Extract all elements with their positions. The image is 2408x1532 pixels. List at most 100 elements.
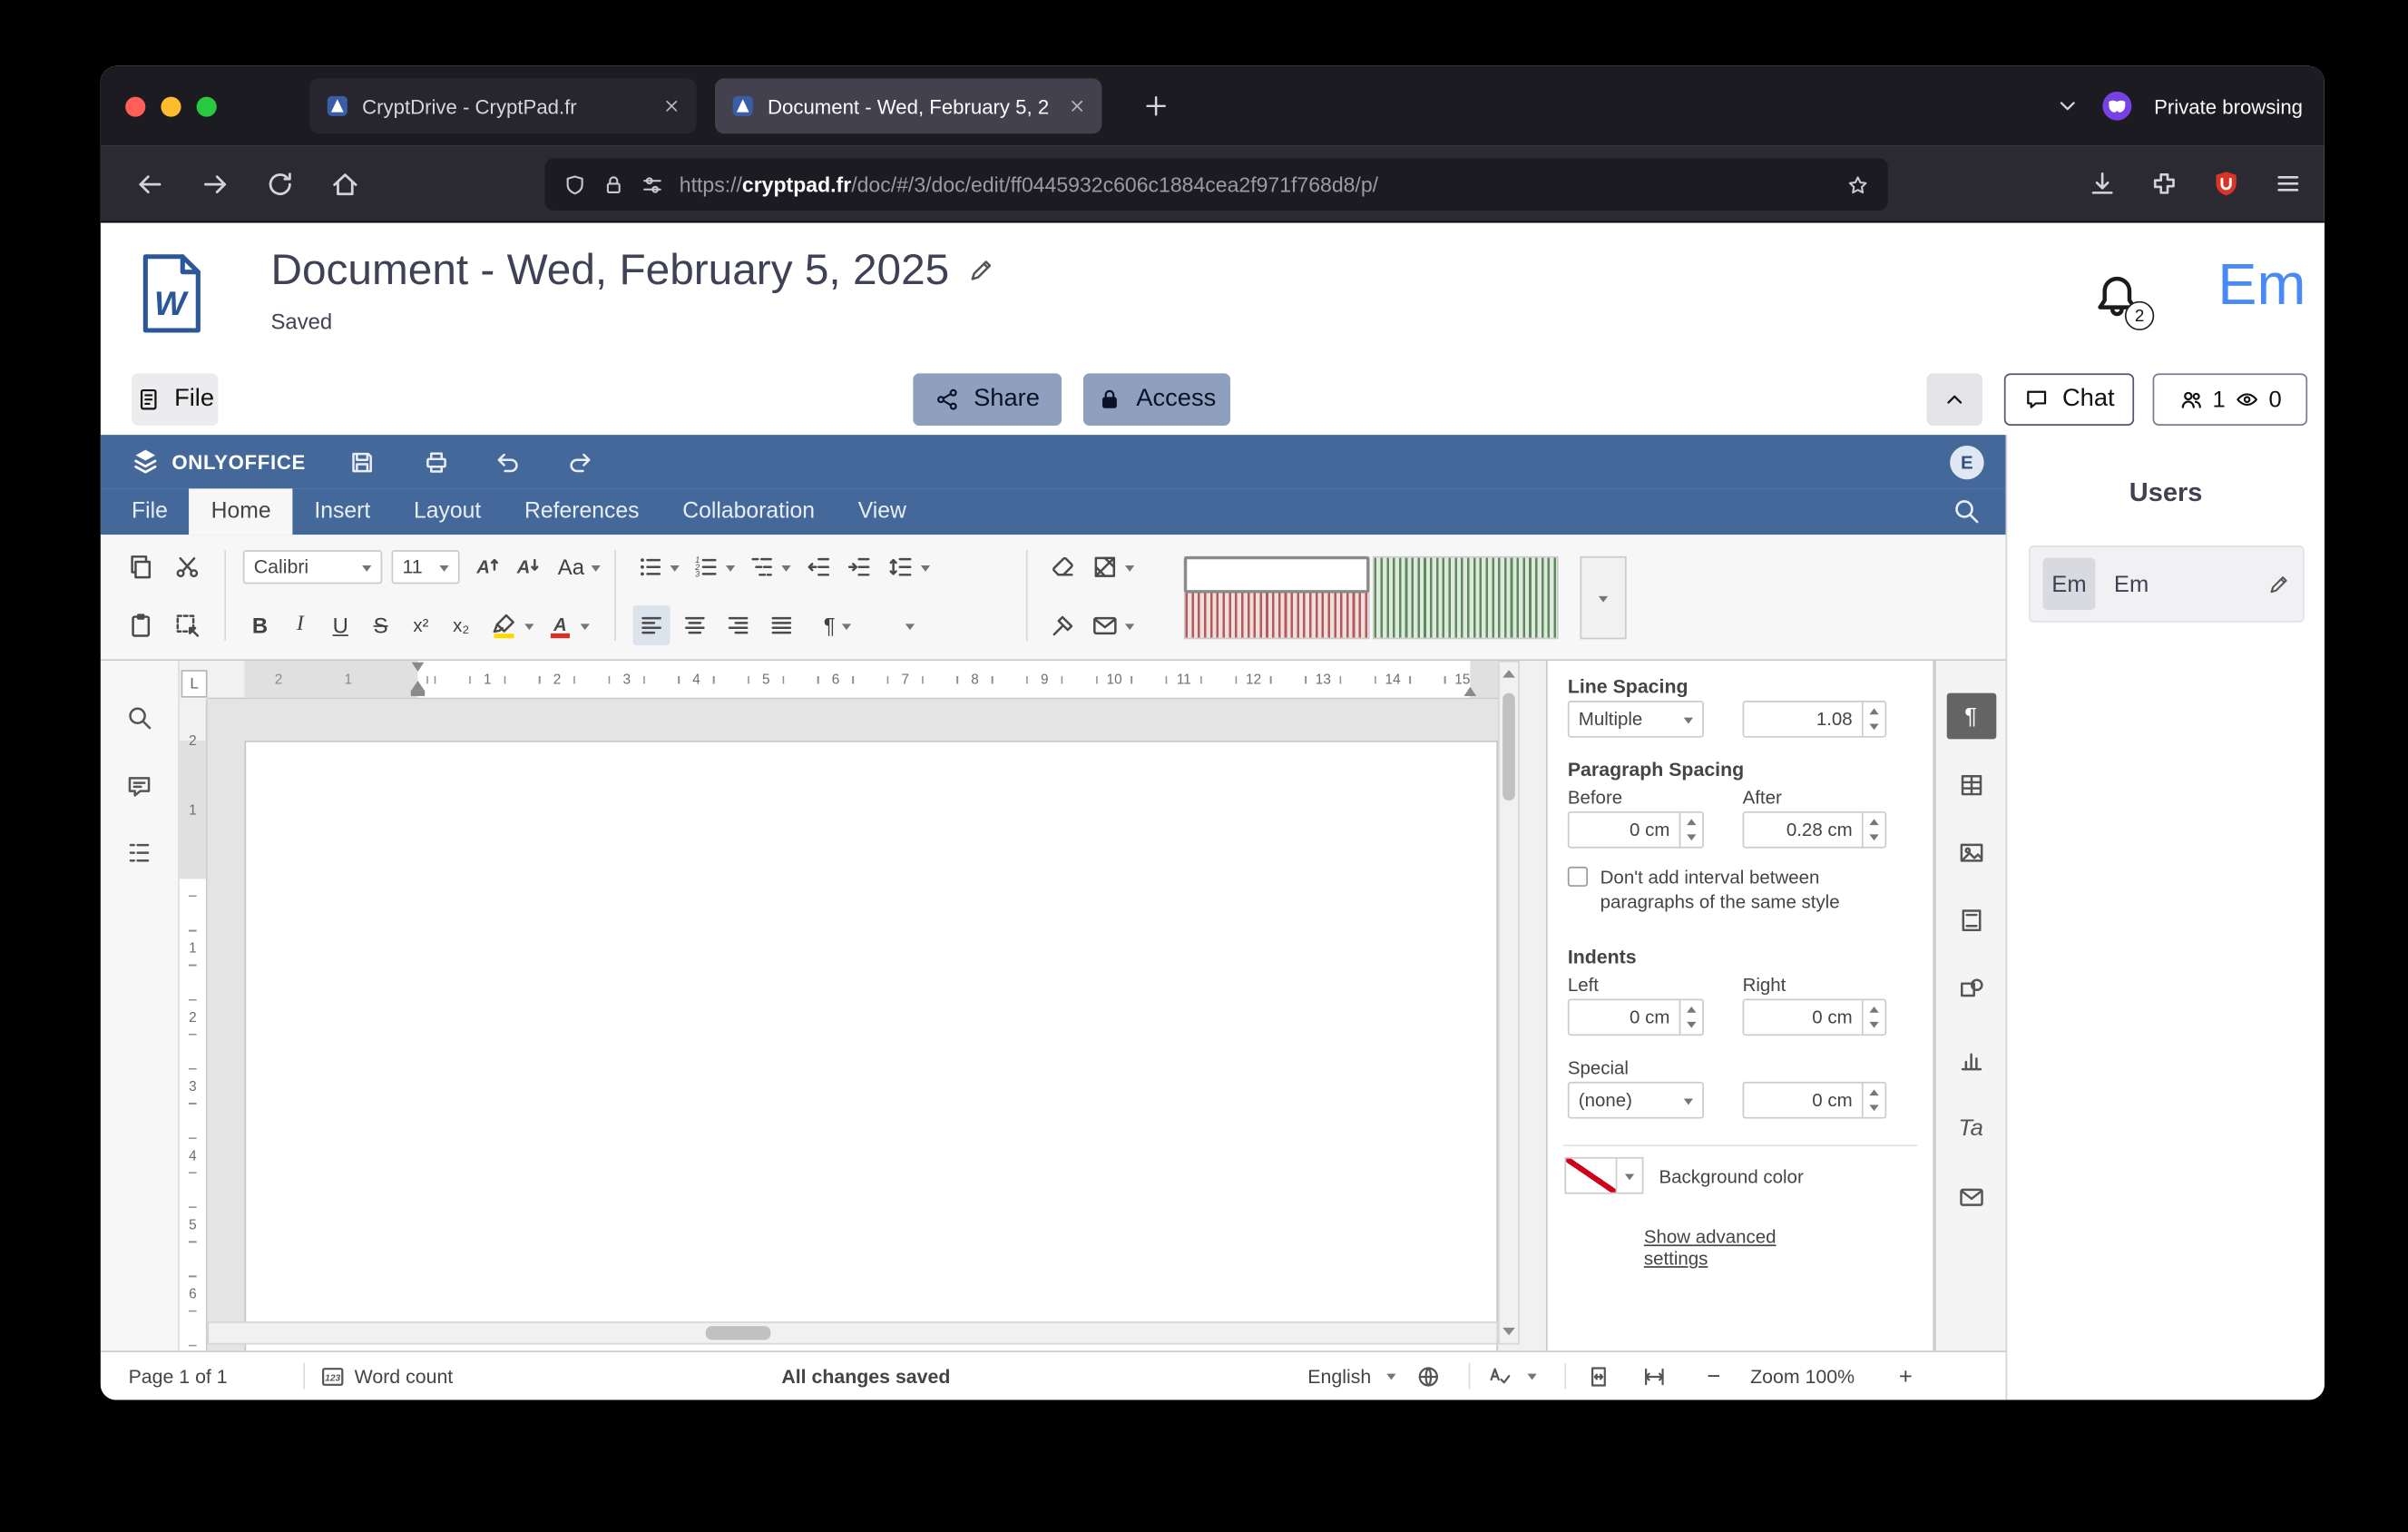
- font-name-combo[interactable]: Calibri: [243, 550, 383, 584]
- increase-font-button[interactable]: A: [469, 547, 506, 587]
- search-icon[interactable]: [1952, 496, 1981, 525]
- first-line-indent-marker[interactable]: [412, 663, 425, 672]
- file-button[interactable]: File: [132, 373, 219, 426]
- style-thumbnail-1[interactable]: [1184, 556, 1370, 594]
- line-spacing-button[interactable]: [884, 547, 934, 587]
- tab-stop-selector[interactable]: L: [181, 670, 208, 697]
- paragraph-settings-tab[interactable]: ¶: [1946, 693, 1996, 740]
- spin-up-arrow[interactable]: [1864, 813, 1885, 830]
- align-right-button[interactable]: [719, 605, 757, 645]
- spin-down-arrow[interactable]: [1864, 719, 1885, 736]
- language-selector[interactable]: English: [1307, 1365, 1395, 1387]
- scroll-down-arrow[interactable]: [1503, 1328, 1515, 1335]
- zoom-out-button[interactable]: −: [1707, 1363, 1720, 1390]
- shape-settings-tab[interactable]: [1946, 965, 1996, 1011]
- new-tab-button[interactable]: [1142, 93, 1170, 120]
- no-interval-checkbox[interactable]: [1568, 867, 1588, 887]
- edit-title-icon[interactable]: [968, 257, 996, 284]
- spin-up-arrow[interactable]: [1864, 702, 1885, 720]
- font-size-combo[interactable]: 11: [392, 550, 460, 584]
- clear-style-button[interactable]: [1044, 547, 1082, 587]
- notifications-button[interactable]: 2: [2092, 272, 2142, 321]
- font-color-button[interactable]: A: [543, 605, 593, 645]
- text-art-settings-tab[interactable]: Ta: [1946, 1105, 1996, 1151]
- select-all-button[interactable]: [169, 605, 206, 645]
- chart-settings-tab[interactable]: [1946, 1037, 1996, 1084]
- hanging-indent-marker[interactable]: [412, 681, 425, 690]
- mail-merge-button[interactable]: [1088, 605, 1138, 645]
- document-title[interactable]: Document - Wed, February 5, 2025: [270, 246, 995, 295]
- table-settings-tab[interactable]: [1946, 762, 1996, 809]
- spin-up-arrow[interactable]: [1864, 1000, 1885, 1017]
- tracking-protection-icon[interactable]: [563, 172, 587, 195]
- background-color-dropdown[interactable]: [1617, 1157, 1643, 1194]
- reload-button[interactable]: [265, 168, 296, 199]
- print-button[interactable]: [423, 448, 451, 476]
- decrease-font-button[interactable]: A: [509, 547, 546, 587]
- comments-icon[interactable]: [125, 773, 153, 800]
- table-shading-button[interactable]: [1088, 547, 1138, 587]
- left-indent-marker[interactable]: [411, 690, 425, 696]
- fit-width-button[interactable]: [1642, 1364, 1667, 1389]
- navigation-icon[interactable]: [125, 839, 153, 866]
- chat-button[interactable]: Chat: [2004, 373, 2134, 426]
- scroll-up-arrow[interactable]: [1503, 670, 1515, 677]
- access-button[interactable]: Access: [1083, 373, 1230, 426]
- justify-button[interactable]: [763, 605, 800, 645]
- back-button[interactable]: [134, 168, 165, 199]
- shading-button[interactable]: [868, 605, 918, 645]
- vertical-scrollbar[interactable]: [1498, 661, 1520, 1344]
- user-list-item[interactable]: Em Em: [2029, 545, 2305, 623]
- line-spacing-amount[interactable]: 1.08: [1743, 701, 1887, 738]
- spin-down-arrow[interactable]: [1864, 1017, 1885, 1035]
- document-page[interactable]: [244, 741, 1498, 1350]
- spin-down-arrow[interactable]: [1864, 830, 1885, 847]
- fit-page-button[interactable]: [1586, 1364, 1610, 1389]
- browser-tab-cryptdrive[interactable]: CryptDrive - CryptPad.fr: [309, 78, 696, 133]
- v-scroll-thumb[interactable]: [1503, 693, 1515, 801]
- close-tab-icon[interactable]: [1068, 97, 1086, 115]
- superscript-button[interactable]: x²: [404, 605, 438, 645]
- app-menu-button[interactable]: [2274, 169, 2303, 198]
- styles-gallery-expand-button[interactable]: [1580, 556, 1626, 639]
- menu-tab-file[interactable]: File: [110, 488, 190, 535]
- ublock-origin-button[interactable]: [2211, 169, 2240, 198]
- menu-tab-view[interactable]: View: [837, 488, 928, 535]
- share-button[interactable]: Share: [913, 373, 1062, 426]
- extensions-button[interactable]: [2149, 169, 2178, 198]
- increase-indent-button[interactable]: [840, 547, 877, 587]
- multilevel-list-button[interactable]: [744, 547, 794, 587]
- spin-up-arrow[interactable]: [1680, 1000, 1702, 1017]
- menu-tab-references[interactable]: References: [503, 488, 661, 535]
- change-case-button[interactable]: Aa: [553, 547, 605, 587]
- right-indent-marker[interactable]: [1464, 687, 1477, 696]
- permissions-icon[interactable]: [641, 172, 664, 195]
- italic-button[interactable]: I: [283, 605, 318, 645]
- horizontal-ruler[interactable]: 21123456789101112131415: [208, 661, 1502, 699]
- collapse-toolbar-button[interactable]: [1927, 373, 1982, 426]
- close-tab-icon[interactable]: [662, 97, 680, 115]
- zoom-level[interactable]: Zoom 100%: [1750, 1365, 1855, 1387]
- spin-up-arrow[interactable]: [1864, 1084, 1885, 1101]
- bullets-button[interactable]: [633, 547, 683, 587]
- strikeout-button[interactable]: S: [364, 605, 398, 645]
- zoom-in-button[interactable]: +: [1899, 1363, 1913, 1390]
- spin-up-arrow[interactable]: [1680, 813, 1702, 830]
- indent-right-field[interactable]: 0 cm: [1743, 999, 1887, 1036]
- line-spacing-select[interactable]: Multiple: [1568, 701, 1704, 738]
- menu-tab-collaboration[interactable]: Collaboration: [661, 488, 837, 535]
- redo-button[interactable]: [566, 448, 594, 476]
- horizontal-scrollbar[interactable]: [208, 1321, 1499, 1344]
- menu-tab-layout[interactable]: Layout: [392, 488, 503, 535]
- header-footer-settings-tab[interactable]: [1946, 898, 1996, 944]
- style-thumbnail-3[interactable]: [1373, 556, 1559, 639]
- copy-style-button[interactable]: [1044, 605, 1082, 645]
- align-left-button[interactable]: [633, 605, 671, 645]
- cut-button[interactable]: [169, 547, 206, 587]
- https-lock-icon[interactable]: [602, 172, 626, 195]
- subscript-button[interactable]: x₂: [445, 605, 479, 645]
- spin-down-arrow[interactable]: [1680, 1017, 1702, 1035]
- background-color-swatch[interactable]: [1564, 1157, 1617, 1194]
- highlight-color-button[interactable]: [487, 605, 537, 645]
- spacing-after-field[interactable]: 0.28 cm: [1743, 811, 1887, 849]
